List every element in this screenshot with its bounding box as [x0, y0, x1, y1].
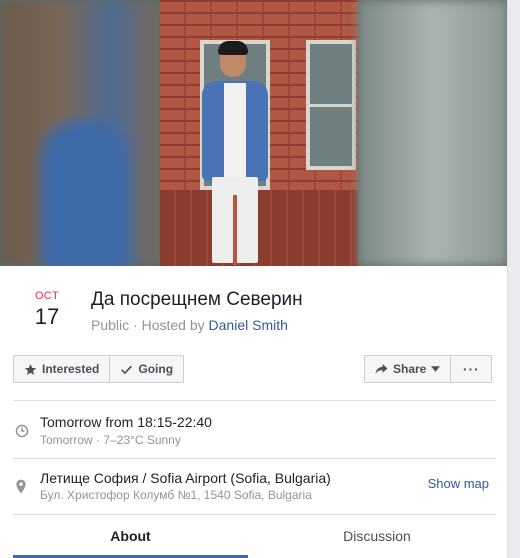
event-weather: Tomorrow · 7–23°C Sunny — [40, 433, 181, 447]
cover-photo[interactable] — [0, 0, 507, 266]
going-label: Going — [138, 362, 174, 376]
map-pin-icon — [16, 479, 26, 494]
chevron-down-icon — [431, 366, 441, 372]
share-button-group: Share ··· — [364, 355, 493, 383]
more-options-button[interactable]: ··· — [450, 356, 491, 382]
event-date: OCT 17 — [24, 290, 70, 330]
location-address: Бул. Христофор Колумб №1, 1540 Sofia, Bu… — [40, 488, 312, 502]
tab-discussion[interactable]: Discussion — [258, 520, 496, 558]
person-figure — [190, 41, 280, 266]
check-icon — [121, 365, 133, 374]
event-time[interactable]: Tomorrow from 18:15-22:40 — [40, 414, 212, 430]
rsvp-button-group: Interested Going — [13, 355, 185, 383]
share-arrow-icon — [375, 364, 388, 374]
event-title: Да посрещнем Северин — [91, 289, 303, 310]
share-label: Share — [393, 362, 427, 376]
cover-blur-left — [0, 0, 160, 266]
event-day: 17 — [34, 304, 60, 329]
location-name[interactable]: Летище София / Sofia Airport (Sofia, Bul… — [40, 470, 331, 486]
clock-icon — [15, 424, 29, 438]
host-link[interactable]: Daniel Smith — [209, 317, 288, 333]
divider — [13, 400, 496, 401]
divider — [13, 514, 496, 515]
event-month: OCT — [34, 290, 60, 302]
cover-photo-center — [160, 0, 358, 266]
tab-about[interactable]: About — [13, 520, 248, 558]
divider — [13, 458, 496, 459]
event-tabs: About Discussion — [13, 520, 496, 558]
going-button[interactable]: Going — [109, 356, 183, 382]
star-icon — [24, 363, 37, 375]
cover-blur-right — [358, 0, 507, 266]
interested-button[interactable]: Interested — [14, 356, 109, 382]
share-button[interactable]: Share — [365, 356, 450, 382]
event-subtitle: Public · Hosted by Daniel Smith — [91, 317, 288, 333]
interested-label: Interested — [42, 362, 100, 376]
event-privacy: Public — [91, 317, 130, 333]
show-map-link[interactable]: Show map — [428, 476, 489, 491]
event-card: OCT 17 Да посрещнем Северин Public · Hos… — [0, 0, 508, 558]
hosted-by-label: Hosted by — [141, 317, 205, 333]
